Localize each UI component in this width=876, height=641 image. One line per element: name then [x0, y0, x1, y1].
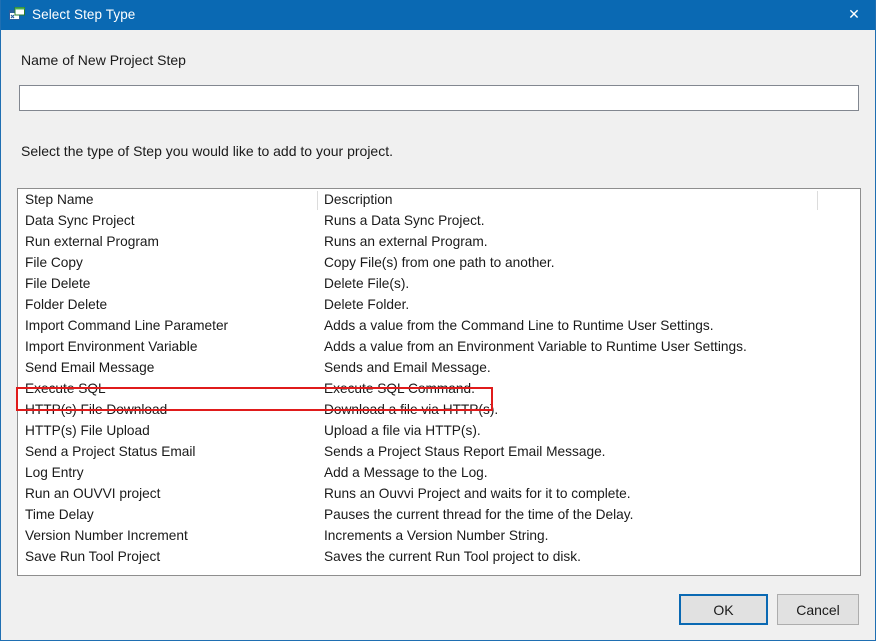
list-item-description: Delete File(s). [324, 276, 410, 291]
list-item-name: Import Command Line Parameter [25, 318, 229, 333]
list-item-highlighted[interactable]: Send Email Message Sends and Email Messa… [18, 357, 860, 378]
list-item[interactable]: Version Number Increment Increments a Ve… [18, 525, 860, 546]
list-inner: Step Name Description Data Sync Project … [18, 189, 860, 575]
list-item-name: HTTP(s) File Upload [25, 423, 150, 438]
title-bar: Select Step Type ✕ [1, 0, 875, 30]
list-item-description: Pauses the current thread for the time o… [324, 507, 634, 522]
list-item-name: Data Sync Project [25, 213, 135, 228]
list-item-description: Sends a Project Staus Report Email Messa… [324, 444, 606, 459]
list-header-row: Step Name Description [18, 189, 860, 210]
list-item-name: Run an OUVVI project [25, 486, 161, 501]
list-item[interactable]: Run external Program Runs an external Pr… [18, 231, 860, 252]
column-separator-1 [317, 191, 318, 210]
dialog-window: Select Step Type ✕ Name of New Project S… [0, 0, 876, 641]
list-item-name: Run external Program [25, 234, 159, 249]
list-item[interactable]: Folder Delete Delete Folder. [18, 294, 860, 315]
list-item[interactable]: Import Environment Variable Adds a value… [18, 336, 860, 357]
list-item-description: Execute SQL Command. [324, 381, 475, 396]
list-item[interactable]: Run an OUVVI project Runs an Ouvvi Proje… [18, 483, 860, 504]
list-item-name: Save Run Tool Project [25, 549, 161, 564]
list-item-name: Execute SQL [25, 381, 106, 396]
list-item[interactable]: File Copy Copy File(s) from one path to … [18, 252, 860, 273]
list-item-name: File Copy [25, 255, 83, 270]
list-item[interactable]: Save Run Tool Project Saves the current … [18, 546, 860, 567]
list-item-name: File Delete [25, 276, 91, 291]
list-item-name: Time Delay [25, 507, 94, 522]
step-type-list[interactable]: Step Name Description Data Sync Project … [17, 188, 861, 576]
ok-button[interactable]: OK [679, 594, 768, 625]
list-item-description: Runs an external Program. [324, 234, 488, 249]
list-item[interactable]: Data Sync Project Runs a Data Sync Proje… [18, 210, 860, 231]
close-icon[interactable]: ✕ [831, 0, 875, 30]
list-item[interactable]: Log Entry Add a Message to the Log. [18, 462, 860, 483]
list-item[interactable]: HTTP(s) File Download Download a file vi… [18, 399, 860, 420]
list-item[interactable]: File Delete Delete File(s). [18, 273, 860, 294]
list-item-description: Upload a file via HTTP(s). [324, 423, 481, 438]
cancel-button[interactable]: Cancel [777, 594, 859, 625]
list-item-description: Adds a value from the Command Line to Ru… [324, 318, 714, 333]
list-item-description: Increments a Version Number String. [324, 528, 549, 543]
column-header-step-name: Step Name [25, 192, 94, 207]
dialog-body: Name of New Project Step Select the type… [1, 30, 875, 639]
list-item-description: Add a Message to the Log. [324, 465, 488, 480]
list-item-name: Send Email Message [25, 360, 155, 375]
list-item[interactable]: Time Delay Pauses the current thread for… [18, 504, 860, 525]
list-item[interactable]: Import Command Line Parameter Adds a val… [18, 315, 860, 336]
list-item-name: Import Environment Variable [25, 339, 198, 354]
window-title: Select Step Type [32, 7, 136, 22]
list-item-name: Log Entry [25, 465, 84, 480]
list-item-name: Version Number Increment [25, 528, 188, 543]
app-window-icon [9, 7, 25, 23]
list-item-description: Adds a value from an Environment Variabl… [324, 339, 747, 354]
list-item-description: Copy File(s) from one path to another. [324, 255, 555, 270]
list-item-description: Sends and Email Message. [324, 360, 491, 375]
list-item-description: Saves the current Run Tool project to di… [324, 549, 581, 564]
list-item-name: Folder Delete [25, 297, 108, 312]
name-field-label: Name of New Project Step [21, 52, 186, 68]
instruction-label: Select the type of Step you would like t… [21, 143, 393, 159]
list-item[interactable]: Execute SQL Execute SQL Command. [18, 378, 860, 399]
list-item-description: Runs a Data Sync Project. [324, 213, 485, 228]
list-item[interactable]: Send a Project Status Email Sends a Proj… [18, 441, 860, 462]
list-item-name: Send a Project Status Email [25, 444, 196, 459]
column-separator-2 [817, 191, 818, 210]
step-name-input[interactable] [19, 85, 859, 111]
list-item-description: Delete Folder. [324, 297, 410, 312]
list-item[interactable]: HTTP(s) File Upload Upload a file via HT… [18, 420, 860, 441]
list-item-description: Runs an Ouvvi Project and waits for it t… [324, 486, 631, 501]
list-item-name: HTTP(s) File Download [25, 402, 168, 417]
list-item-description: Download a file via HTTP(s). [324, 402, 499, 417]
column-header-description: Description [324, 192, 393, 207]
